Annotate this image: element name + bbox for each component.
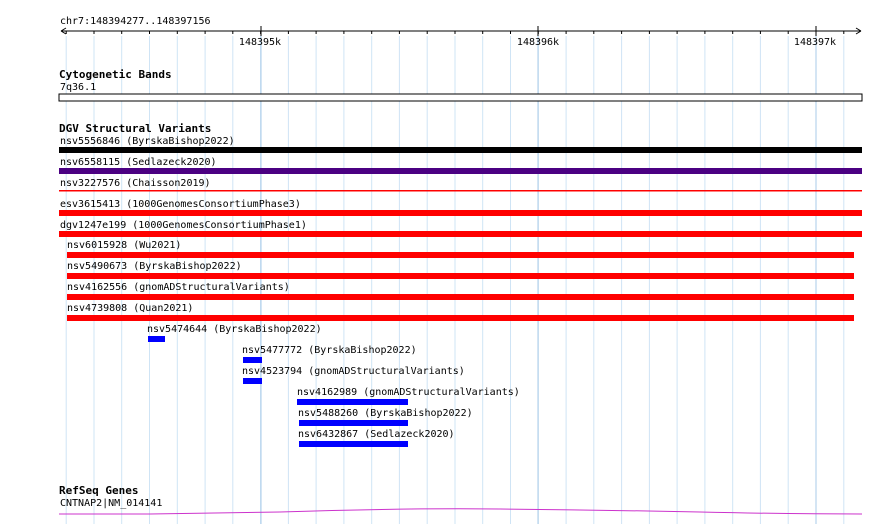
feature-label: nsv4162989 (gnomADStructuralVariants)	[297, 387, 520, 398]
track-title: RefSeq Genes	[59, 484, 138, 497]
feature-label: nsv4162556 (gnomADStructuralVariants)	[67, 282, 290, 293]
feature-glyph[interactable]	[59, 168, 862, 174]
feature-glyph[interactable]	[148, 336, 165, 342]
feature-label: nsv4523794 (gnomADStructuralVariants)	[242, 366, 465, 377]
feature-glyph[interactable]	[59, 231, 862, 237]
track-title: DGV Structural Variants	[59, 122, 211, 135]
feature-glyph[interactable]	[299, 420, 408, 426]
ruler-tick-label: 148395k	[239, 37, 281, 48]
feature-label: nsv5488260 (ByrskaBishop2022)	[298, 408, 473, 419]
feature-label: nsv5490673 (ByrskaBishop2022)	[67, 261, 242, 272]
cytoband-bar[interactable]	[58, 93, 863, 102]
feature-label: dgv1247e199 (1000GenomesConsortiumPhase1…	[60, 220, 307, 231]
cytoband-label: 7q36.1	[60, 82, 96, 93]
feature-label: nsv5477772 (ByrskaBishop2022)	[242, 345, 417, 356]
feature-label: nsv5474644 (ByrskaBishop2022)	[147, 324, 322, 335]
feature-glyph[interactable]	[67, 294, 854, 300]
genome-browser-canvas: chr7:148394277..148397156 148395k 148396…	[58, 16, 863, 524]
ruler[interactable]: chr7:148394277..148397156 148395k 148396…	[60, 16, 862, 48]
feature-glyph[interactable]	[243, 378, 262, 384]
feature-glyph[interactable]	[299, 441, 408, 447]
feature-glyph[interactable]	[67, 315, 854, 321]
feature-glyph[interactable]	[297, 399, 408, 405]
feature-glyph[interactable]	[243, 357, 262, 363]
ruler-tick-label: 148396k	[517, 37, 559, 48]
dgv-track[interactable]: DGV Structural Variants nsv5556846 (Byrs…	[59, 122, 862, 447]
refseq-track[interactable]: RefSeq Genes CNTNAP2|NM_014141	[59, 484, 863, 515]
feature-glyph[interactable]	[59, 190, 862, 192]
cytoband-track[interactable]: Cytogenetic Bands 7q36.1	[58, 68, 863, 102]
feature-label: esv3615413 (1000GenomesConsortiumPhase3)	[60, 199, 301, 210]
feature-glyph[interactable]	[67, 252, 854, 258]
feature-glyph[interactable]	[67, 273, 854, 279]
gene-label: CNTNAP2|NM_014141	[60, 498, 162, 509]
feature-label: nsv5556846 (ByrskaBishop2022)	[60, 136, 235, 147]
coordinate-label: chr7:148394277..148397156	[60, 16, 211, 27]
feature-label: nsv4739808 (Quan2021)	[67, 303, 193, 314]
feature-label: nsv3227576 (Chaisson2019)	[60, 178, 211, 189]
feature-label: nsv6432867 (Sedlazeck2020)	[298, 429, 455, 440]
feature-label: nsv6558115 (Sedlazeck2020)	[60, 157, 217, 168]
ruler-tick-label: 148397k	[794, 37, 836, 48]
grid-lines	[65, 36, 845, 524]
gene-intron-line[interactable]	[59, 508, 863, 515]
feature-glyph[interactable]	[59, 210, 862, 216]
feature-glyph[interactable]	[59, 147, 862, 153]
track-title: Cytogenetic Bands	[59, 68, 172, 81]
genome-browser-view: chr7:148394277..148397156 148395k 148396…	[0, 0, 890, 524]
feature-label: nsv6015928 (Wu2021)	[67, 240, 181, 251]
